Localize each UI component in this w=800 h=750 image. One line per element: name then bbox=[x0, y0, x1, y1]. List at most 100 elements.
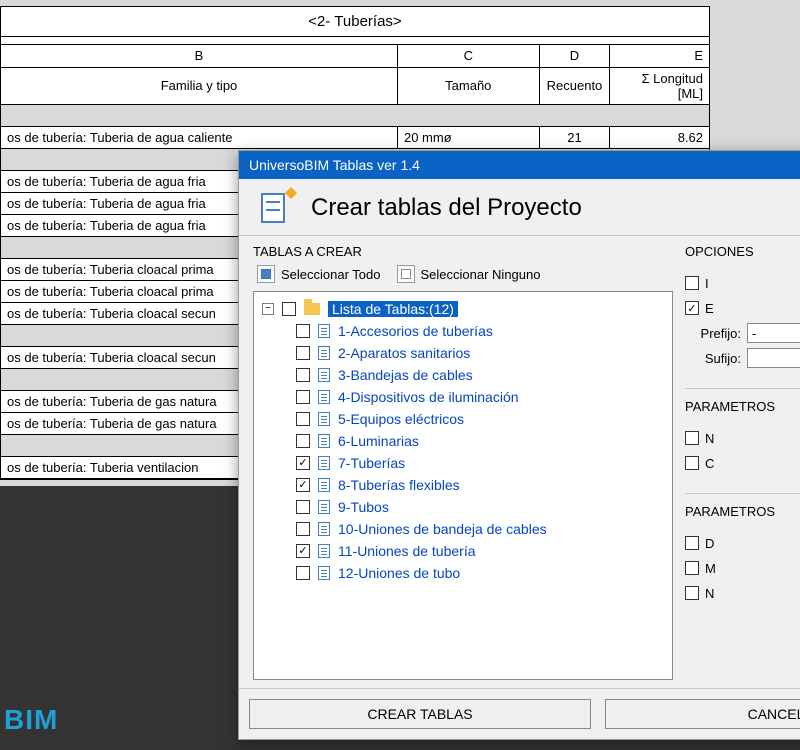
tree-item[interactable]: 11-Uniones de tubería bbox=[258, 540, 668, 562]
tree-root-row[interactable]: − Lista de Tablas:(12) bbox=[258, 298, 668, 320]
cancel-button[interactable]: CANCEL bbox=[605, 699, 800, 729]
table-icon bbox=[318, 566, 330, 580]
tree-item[interactable]: 9-Tubos bbox=[258, 496, 668, 518]
select-all-label: Seleccionar Todo bbox=[281, 267, 381, 282]
tree-item-checkbox[interactable] bbox=[296, 478, 310, 492]
parametros-label-1: PARAMETROS bbox=[685, 399, 800, 414]
table-row[interactable]: os de tubería: Tuberia cloacal prima bbox=[1, 281, 239, 303]
collapse-icon[interactable]: − bbox=[262, 303, 274, 315]
tree-item[interactable]: 7-Tuberías bbox=[258, 452, 668, 474]
table-icon bbox=[318, 544, 330, 558]
table-icon bbox=[318, 412, 330, 426]
table-icon bbox=[318, 456, 330, 470]
create-table-icon bbox=[257, 189, 295, 227]
tree-item-checkbox[interactable] bbox=[296, 368, 310, 382]
tables-tree[interactable]: − Lista de Tablas:(12) 1-Accesorios de t… bbox=[253, 291, 673, 680]
sufijo-input[interactable] bbox=[747, 348, 800, 368]
option-label-2: E bbox=[705, 301, 714, 316]
table-row[interactable]: os de tubería: Tuberia cloacal prima bbox=[1, 259, 239, 281]
tree-item[interactable]: 2-Aparatos sanitarios bbox=[258, 342, 668, 364]
tree-item-checkbox[interactable] bbox=[296, 566, 310, 580]
tree-item-label: 5-Equipos eléctricos bbox=[338, 411, 464, 427]
option-label-1: I bbox=[705, 276, 709, 291]
select-none-label: Seleccionar Ninguno bbox=[421, 267, 541, 282]
header-recuento: Recuento bbox=[539, 67, 610, 104]
tree-item-label: 9-Tubos bbox=[338, 499, 389, 515]
param2-text-c: N bbox=[705, 586, 714, 601]
table-row[interactable]: os de tubería: Tuberia de agua fria bbox=[1, 171, 239, 193]
dialog-titlebar[interactable]: UniversoBIM Tablas ver 1.4 bbox=[239, 151, 800, 179]
param2-checkbox-c[interactable] bbox=[685, 586, 699, 600]
tree-item-checkbox[interactable] bbox=[296, 434, 310, 448]
tree-item-label: 4-Dispositivos de iluminación bbox=[338, 389, 519, 405]
tree-item-checkbox[interactable] bbox=[296, 522, 310, 536]
col-letter-b: B bbox=[1, 45, 397, 67]
table-icon bbox=[318, 324, 330, 338]
table-row[interactable]: os de tubería: Tuberia de gas natura bbox=[1, 391, 239, 413]
select-none-button[interactable]: Seleccionar Ninguno bbox=[393, 263, 545, 285]
tree-item-label: 2-Aparatos sanitarios bbox=[338, 345, 470, 361]
table-row[interactable]: os de tubería: Tuberia de agua caliente … bbox=[1, 126, 709, 148]
header-longitud: Σ Longitud [ML] bbox=[610, 67, 709, 104]
table-icon bbox=[318, 368, 330, 382]
prefijo-input[interactable] bbox=[747, 323, 800, 343]
param1-checkbox-b[interactable] bbox=[685, 456, 699, 470]
param2-checkbox-b[interactable] bbox=[685, 561, 699, 575]
tree-item[interactable]: 8-Tuberías flexibles bbox=[258, 474, 668, 496]
header-familia: Familia y tipo bbox=[1, 67, 397, 104]
tree-item-checkbox[interactable] bbox=[296, 456, 310, 470]
tree-root-label[interactable]: Lista de Tablas:(12) bbox=[328, 301, 458, 317]
partial-rows-table: os de tubería: Tuberia de agua friaos de… bbox=[1, 171, 239, 480]
table-icon bbox=[318, 500, 330, 514]
sufijo-label: Sufijo: bbox=[685, 351, 741, 366]
col-letter-e: E bbox=[610, 45, 709, 67]
tree-item[interactable]: 3-Bandejas de cables bbox=[258, 364, 668, 386]
param2-text-a: D bbox=[705, 536, 714, 551]
param2-checkbox-a[interactable] bbox=[685, 536, 699, 550]
table-row[interactable]: os de tubería: Tuberia cloacal secun bbox=[1, 347, 239, 369]
param1-text-a: N bbox=[705, 431, 714, 446]
tree-item-checkbox[interactable] bbox=[296, 346, 310, 360]
param2-text-b: M bbox=[705, 561, 716, 576]
tree-item-checkbox[interactable] bbox=[296, 412, 310, 426]
option-checkbox-1[interactable] bbox=[685, 276, 699, 290]
root-checkbox[interactable] bbox=[282, 302, 296, 316]
table-icon bbox=[318, 346, 330, 360]
table-row[interactable]: os de tubería: Tuberia de gas natura bbox=[1, 413, 239, 435]
tree-item-label: 8-Tuberías flexibles bbox=[338, 477, 460, 493]
tree-item-checkbox[interactable] bbox=[296, 544, 310, 558]
tree-item[interactable]: 1-Accesorios de tuberías bbox=[258, 320, 668, 342]
table-row[interactable]: os de tubería: Tuberia ventilacion bbox=[1, 457, 239, 479]
folder-icon bbox=[304, 303, 320, 315]
create-tables-button[interactable]: CREAR TABLAS bbox=[249, 699, 591, 729]
tree-item[interactable]: 10-Uniones de bandeja de cables bbox=[258, 518, 668, 540]
tree-item[interactable]: 4-Dispositivos de iluminación bbox=[258, 386, 668, 408]
select-all-button[interactable]: Seleccionar Todo bbox=[253, 263, 385, 285]
select-all-icon bbox=[257, 265, 275, 283]
parametros-label-2: PARAMETROS bbox=[685, 504, 800, 519]
table-icon bbox=[318, 478, 330, 492]
prefijo-label: Prefijo: bbox=[685, 326, 741, 341]
table-icon bbox=[318, 522, 330, 536]
tree-item-checkbox[interactable] bbox=[296, 324, 310, 338]
table-row[interactable]: os de tubería: Tuberia de agua fria bbox=[1, 215, 239, 237]
tree-item-label: 7-Tuberías bbox=[338, 455, 405, 471]
tree-item[interactable]: 12-Uniones de tubo bbox=[258, 562, 668, 584]
table-row[interactable]: os de tubería: Tuberia de agua fria bbox=[1, 193, 239, 215]
table-row[interactable]: os de tubería: Tuberia cloacal secun bbox=[1, 303, 239, 325]
create-tables-dialog: UniversoBIM Tablas ver 1.4 Crear tablas … bbox=[238, 150, 800, 740]
tree-item[interactable]: 5-Equipos eléctricos bbox=[258, 408, 668, 430]
table-icon bbox=[318, 434, 330, 448]
param1-checkbox-a[interactable] bbox=[685, 431, 699, 445]
tree-item-label: 12-Uniones de tubo bbox=[338, 565, 460, 581]
tree-item[interactable]: 6-Luminarias bbox=[258, 430, 668, 452]
tree-item-label: 3-Bandejas de cables bbox=[338, 367, 473, 383]
tablas-a-crear-label: TABLAS A CREAR bbox=[253, 244, 673, 259]
tree-item-checkbox[interactable] bbox=[296, 390, 310, 404]
tree-item-checkbox[interactable] bbox=[296, 500, 310, 514]
col-letter-c: C bbox=[397, 45, 539, 67]
header-tamano: Tamaño bbox=[397, 67, 539, 104]
tree-item-label: 10-Uniones de bandeja de cables bbox=[338, 521, 547, 537]
option-checkbox-2[interactable] bbox=[685, 301, 699, 315]
param1-text-b: C bbox=[705, 456, 714, 471]
